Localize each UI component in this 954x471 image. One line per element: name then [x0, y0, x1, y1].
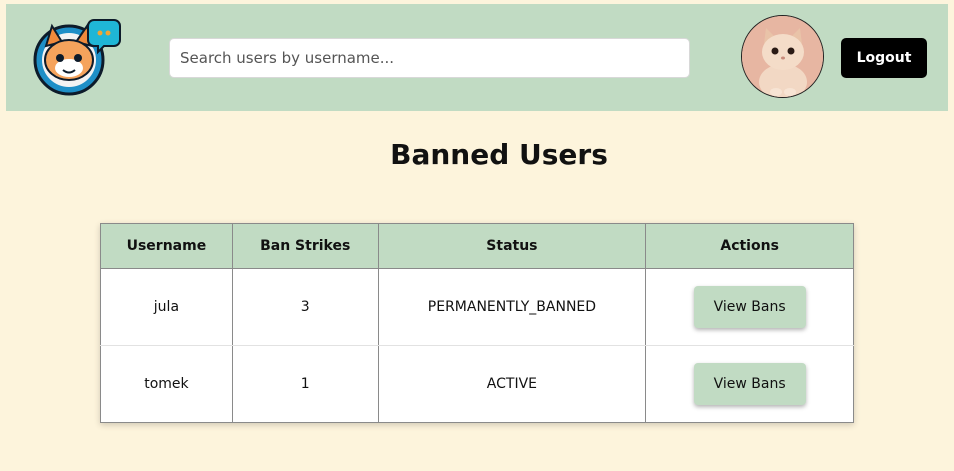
column-header-username: Username: [100, 223, 233, 269]
status-cell: PERMANENTLY_BANNED: [377, 268, 647, 346]
top-header: Logout: [6, 4, 948, 111]
table-row: tomek 1 ACTIVE View Bans: [100, 345, 854, 423]
column-header-status: Status: [377, 223, 647, 269]
page-title: Banned Users: [390, 138, 608, 171]
status-cell: ACTIVE: [377, 345, 647, 423]
actions-cell: View Bans: [645, 268, 854, 346]
table-row: jula 3 PERMANENTLY_BANNED View Bans: [100, 268, 854, 346]
column-header-actions: Actions: [645, 223, 854, 269]
logout-button[interactable]: Logout: [841, 38, 927, 78]
ban-strikes-cell: 3: [231, 268, 379, 346]
actions-cell: View Bans: [645, 345, 854, 423]
username-cell: tomek: [100, 345, 233, 423]
ban-strikes-cell: 1: [231, 345, 379, 423]
cat-avatar-icon[interactable]: [741, 15, 824, 98]
view-bans-button[interactable]: View Bans: [693, 363, 806, 405]
column-header-ban-strikes: Ban Strikes: [231, 223, 379, 269]
view-bans-button[interactable]: View Bans: [693, 286, 806, 328]
username-cell: jula: [100, 268, 233, 346]
banned-users-table: Username Ban Strikes Status Actions jula…: [100, 223, 854, 423]
table-header-row: Username Ban Strikes Status Actions: [100, 223, 854, 269]
search-input[interactable]: [169, 38, 690, 78]
cat-chat-logo-icon[interactable]: [32, 12, 122, 100]
